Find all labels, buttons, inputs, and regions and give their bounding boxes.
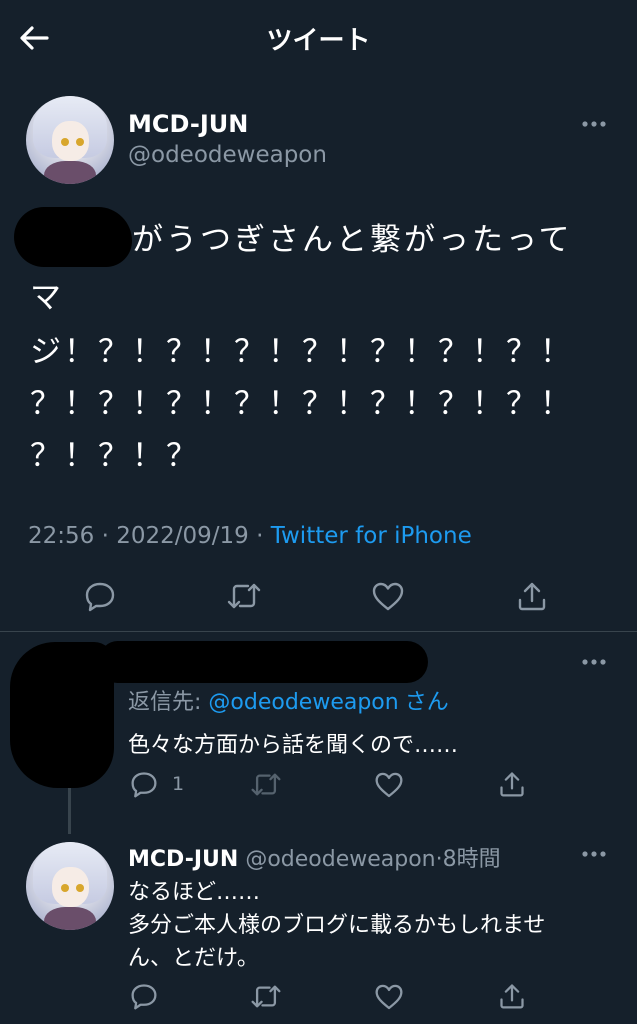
tweet-meta: 22:56 · 2022/09/19 · Twitter for iPhone: [28, 523, 472, 549]
redacted-name: [100, 641, 428, 683]
reply-header: MCD-JUN @odeodeweapon·8時間: [128, 847, 501, 872]
replying-to: 返信先: @odeodeweapon さん: [128, 690, 449, 715]
thread-line: [68, 788, 71, 834]
reply-button[interactable]: [124, 976, 164, 1016]
tweet-text-line: がうつぎさんと繋がったって: [132, 222, 573, 258]
reply-time: 8時間: [442, 847, 501, 872]
reply-icon: [131, 772, 157, 798]
retweet-button[interactable]: [224, 576, 264, 616]
like-button[interactable]: [369, 764, 409, 804]
retweet-button[interactable]: [246, 976, 286, 1016]
retweet-button[interactable]: [246, 764, 286, 804]
display-name[interactable]: MCD-JUN: [128, 110, 248, 138]
tweet-source[interactable]: Twitter for iPhone: [271, 523, 472, 549]
reply-text-line: ん、とだけ。: [128, 946, 259, 971]
mention-link[interactable]: @odeodeweapon: [208, 690, 398, 715]
display-name[interactable]: MCD-JUN: [128, 847, 238, 872]
tweet-text-line: マ: [30, 280, 64, 316]
reply-count: 1: [172, 773, 185, 795]
tweet-text-line: ？！？！？: [30, 438, 200, 474]
more-options-button[interactable]: [574, 642, 614, 682]
share-button[interactable]: [492, 976, 532, 1016]
reply-text: 色々な方面から話を聞くので……: [128, 733, 459, 758]
user-handle[interactable]: @odeodeweapon: [128, 142, 327, 168]
avatar[interactable]: [26, 842, 114, 930]
like-icon: [372, 582, 404, 611]
share-button[interactable]: [512, 576, 552, 616]
retweet-icon: [227, 583, 261, 609]
page-title: ツイート: [266, 26, 371, 56]
reply-icon: [131, 984, 157, 1010]
retweet-icon: [251, 985, 281, 1007]
retweet-icon: [251, 773, 281, 795]
user-handle[interactable]: @odeodeweapon: [245, 847, 435, 872]
more-icon: [582, 851, 606, 857]
more-icon: [582, 121, 606, 127]
redacted-mark: [14, 207, 132, 267]
avatar[interactable]: [26, 96, 114, 184]
reply-button[interactable]: [80, 576, 120, 616]
reply-button[interactable]: [124, 764, 164, 804]
tweet-time: 22:56: [28, 523, 95, 549]
tweet-text-line: ？！？！？！？！？！？！？！？！: [30, 386, 574, 422]
divider: [0, 631, 637, 632]
like-button[interactable]: [369, 976, 409, 1016]
reply-text-line: 多分ご本人様のブログに載るかもしれませ: [128, 913, 546, 938]
more-options-button[interactable]: [574, 834, 614, 874]
more-options-button[interactable]: [574, 104, 614, 144]
redacted-avatar: [10, 642, 114, 788]
reply-text-line: なるほど……: [128, 880, 261, 905]
share-icon: [500, 984, 524, 1009]
reply-icon: [85, 582, 115, 612]
share-icon: [500, 772, 524, 797]
tweet-text-line: ジ！？！？！？！？！？！？！？！: [30, 334, 574, 370]
share-button[interactable]: [492, 764, 532, 804]
tweet-date: 2022/09/19: [116, 523, 249, 549]
like-icon: [375, 984, 403, 1009]
like-button[interactable]: [368, 576, 408, 616]
share-icon: [518, 582, 546, 611]
like-icon: [375, 772, 403, 797]
more-icon: [582, 659, 606, 665]
